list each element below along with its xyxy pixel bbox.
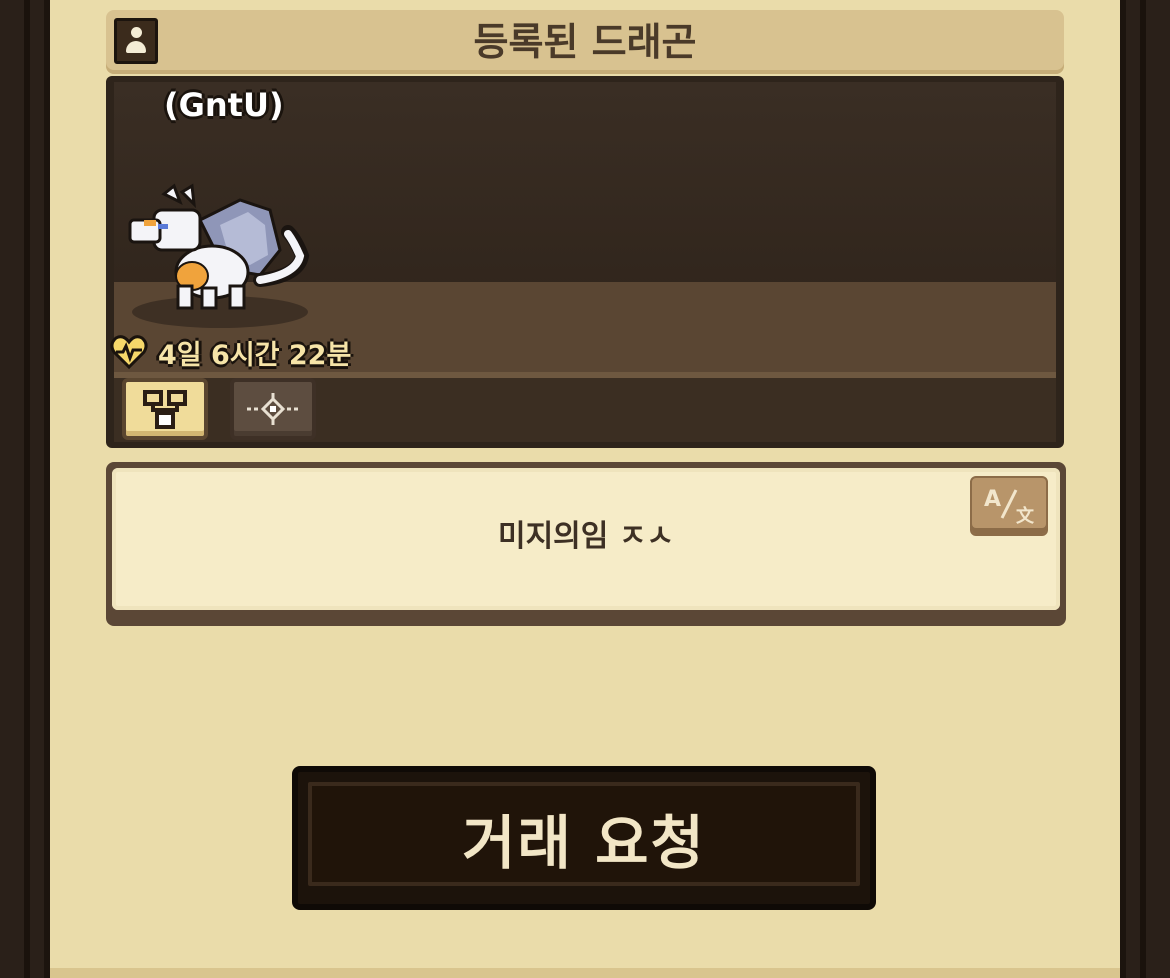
family-tree-tab-button[interactable]	[122, 378, 208, 440]
target-icon	[247, 393, 299, 425]
target-tab-button[interactable]	[230, 378, 316, 440]
window-frame-left	[0, 0, 50, 978]
trade-request-label: 거래 요청	[462, 809, 706, 877]
section-title: 등록된 드래곤	[473, 20, 697, 64]
message-text: 미지의임 ㅈㅅ	[497, 519, 675, 554]
svg-text:文: 文	[1016, 505, 1035, 527]
timer-row: 4일 6시간 22분	[110, 332, 351, 372]
translate-icon: A 文	[984, 487, 1035, 527]
heart-pulse-icon	[110, 335, 148, 370]
svg-text:A: A	[984, 487, 1001, 512]
window-frame-right	[1120, 0, 1170, 978]
dragon-sprite[interactable]	[120, 180, 320, 330]
family-tree-icon	[143, 390, 187, 429]
translate-button[interactable]: A 文	[970, 476, 1048, 536]
panel-bottom-edge	[50, 968, 1120, 978]
timer-text: 4일 6시간 22분	[158, 339, 352, 371]
trade-request-button[interactable]: 거래 요청	[292, 766, 876, 910]
owner-name: (GntU)	[164, 86, 284, 124]
